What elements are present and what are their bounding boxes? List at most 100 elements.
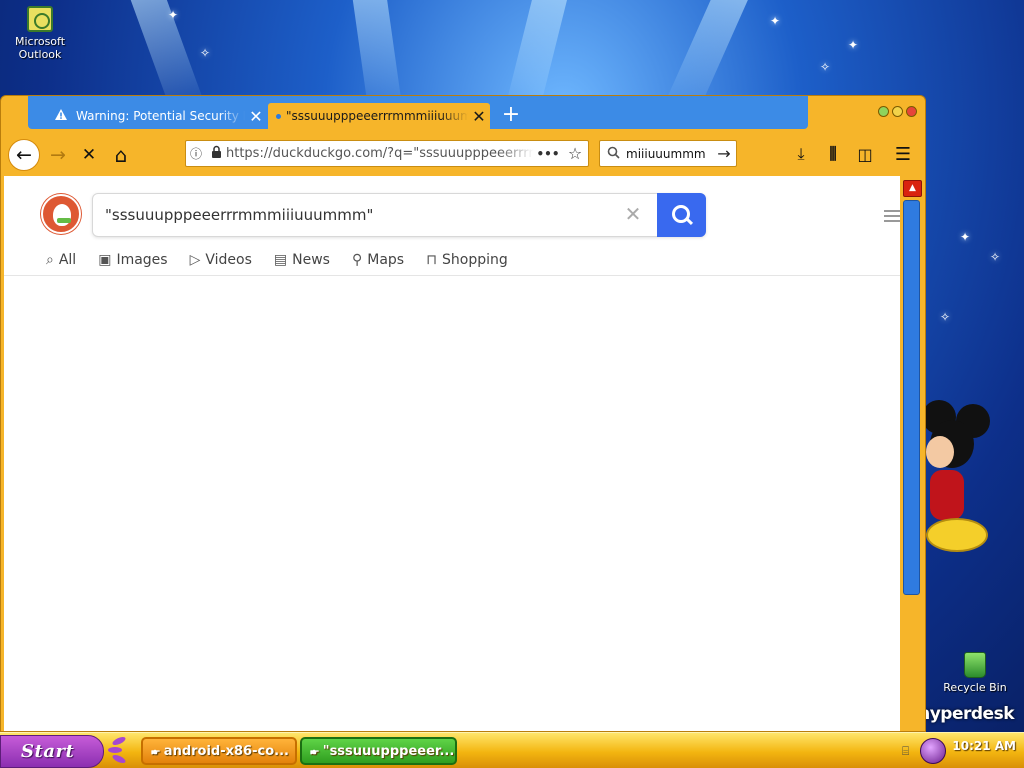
hamburger-menu-icon: ☰: [894, 143, 912, 165]
tab-label: Maps: [367, 252, 405, 268]
sparkle: ✦: [960, 230, 971, 244]
sparkle: ✧: [820, 60, 831, 74]
hyperdesk-logo: hyperdesk: [918, 704, 1014, 724]
close-tab-icon[interactable]: ✕: [468, 107, 490, 126]
page-content: "sssuuupppeeerrrmmmiiiuuummm" ✕ ⌕ All ▣ Im…: [4, 176, 900, 731]
sidebar-icon: ◫: [857, 144, 873, 164]
library-icon: ⫼: [829, 144, 837, 163]
forward-arrow-icon: →: [50, 144, 66, 166]
close-window-button[interactable]: [906, 106, 917, 117]
back-arrow-icon: ←: [16, 144, 32, 166]
start-decoration-icon: [108, 735, 128, 765]
forward-button[interactable]: →: [43, 140, 73, 170]
clear-search-icon[interactable]: ✕: [621, 202, 645, 228]
stop-icon: ✕: [81, 145, 97, 165]
tab-duckduckgo-search[interactable]: "sssuuupppeeerrrmmmiiiuuummm" ✕: [268, 103, 490, 129]
tab-label: Shopping: [442, 252, 508, 268]
browser-app-icon: 🖝: [151, 743, 160, 758]
back-button[interactable]: ←: [8, 139, 40, 171]
window-controls: [878, 106, 917, 117]
sparkle: ✦: [848, 38, 859, 52]
close-tab-icon[interactable]: ✕: [245, 107, 267, 126]
newspaper-icon: ▤: [273, 252, 288, 268]
tab-maps[interactable]: ⚲ Maps: [352, 252, 404, 268]
clock[interactable]: 10:21 AM: [952, 739, 1016, 753]
tab-strip: Warning: Potential Security Risk Ahead ✕…: [28, 96, 808, 129]
minimize-button[interactable]: [878, 106, 889, 117]
tab-images[interactable]: ▣ Images: [98, 252, 167, 268]
tab-security-warning[interactable]: Warning: Potential Security Risk Ahead ✕: [50, 103, 267, 129]
sidebar-button[interactable]: ◫: [853, 142, 877, 166]
network-icon[interactable]: ⌸: [902, 744, 916, 759]
library-button[interactable]: ⫼: [821, 142, 845, 166]
loading-dot-icon: [276, 113, 281, 119]
navigation-toolbar: ← → ✕ ⌂ ⓘ https://duckduckgo.com/?q="sss…: [1, 132, 925, 176]
sparkle: ✧: [990, 250, 1001, 264]
scroll-thumb[interactable]: [903, 200, 920, 595]
duckduckgo-search-form: "sssuuupppeeerrrmmmiiiuuummm" ✕: [92, 193, 706, 237]
tab-label: News: [292, 252, 330, 268]
tab-label: All: [58, 252, 77, 268]
task-label: android-x86-co...: [163, 743, 289, 759]
bookmark-star-icon[interactable]: ☆: [562, 144, 588, 163]
info-icon[interactable]: ⓘ: [186, 145, 206, 162]
play-icon: ▷: [189, 252, 201, 268]
home-button[interactable]: ⌂: [106, 140, 136, 170]
sparkle: ✦: [770, 14, 781, 28]
search-icon: [600, 146, 626, 162]
url-text: https://duckduckgo.com/?q="sssuuupppeeer…: [226, 146, 534, 161]
browser-app-icon: 🖝: [310, 743, 319, 758]
tab-title: "sssuuupppeeerrrmmmiiiuuummm": [286, 109, 468, 123]
recycle-bin-label: Recycle Bin: [943, 681, 1007, 694]
tab-all[interactable]: ⌕ All: [46, 252, 76, 268]
search-verticals-nav: ⌕ All ▣ Images ▷ Videos ▤ News ⚲ Maps ⊓ Shoppi…: [46, 252, 530, 268]
scroll-up-arrow-icon[interactable]: ▲: [903, 180, 922, 197]
tab-shopping[interactable]: ⊓ Shopping: [426, 252, 508, 268]
divider: [4, 275, 900, 276]
menu-button[interactable]: ☰: [891, 142, 915, 166]
recycle-bin-icon: [964, 652, 986, 678]
sparkle: ✦: [168, 8, 179, 22]
lock-icon[interactable]: [206, 145, 226, 162]
tab-label: Videos: [205, 252, 252, 268]
search-box-value: miiiuuummm: [626, 146, 706, 161]
browser-window: Warning: Potential Security Risk Ahead ✕…: [0, 95, 926, 732]
tray-app-icon[interactable]: [920, 738, 946, 764]
task-label: "sssuuupppeeer...: [322, 743, 455, 759]
downloads-button[interactable]: ⤓: [789, 142, 813, 166]
home-icon: ⌂: [114, 143, 128, 167]
duckduckgo-logo[interactable]: [41, 194, 81, 234]
address-bar[interactable]: ⓘ https://duckduckgo.com/?q="sssuuupppee…: [185, 140, 589, 167]
new-tab-button[interactable]: +: [498, 102, 524, 128]
outlook-icon: [27, 6, 53, 32]
tab-videos[interactable]: ▷ Videos: [190, 252, 252, 268]
recycle-bin-desktop-icon[interactable]: Recycle Bin: [937, 652, 1013, 694]
search-submit-button[interactable]: [657, 193, 706, 237]
page-actions-icon[interactable]: •••: [534, 147, 562, 161]
tab-news[interactable]: ▤ News: [274, 252, 330, 268]
download-icon: ⤓: [797, 144, 805, 163]
go-arrow-icon[interactable]: →: [712, 144, 736, 163]
taskbar-item-browser[interactable]: 🖝 "sssuuupppeeer...: [300, 737, 457, 765]
taskbar: Start 🖝 android-x86-co... 🖝 "sssuuupppee…: [0, 732, 1024, 768]
outlook-desktop-icon[interactable]: Microsoft Outlook: [2, 6, 78, 61]
mickey-wallpaper-figure: [922, 400, 996, 560]
start-button[interactable]: Start: [0, 735, 104, 768]
vertical-scrollbar[interactable]: ▲: [900, 176, 925, 731]
search-icon: ⌕: [46, 252, 54, 268]
image-icon: ▣: [98, 252, 112, 268]
shopping-bag-icon: ⊓: [426, 252, 438, 268]
map-pin-icon: ⚲: [351, 252, 363, 268]
outlook-label-1: Microsoft: [14, 35, 66, 48]
tab-label: Images: [116, 252, 168, 268]
browser-search-box[interactable]: miiiuuummm →: [599, 140, 737, 167]
warning-icon: [54, 108, 68, 124]
search-query-input[interactable]: "sssuuupppeeerrrmmmiiiuuummm": [105, 206, 373, 224]
tab-title: Warning: Potential Security Risk Ahead: [76, 109, 245, 123]
sparkle: ✧: [200, 46, 211, 60]
stop-loading-button[interactable]: ✕: [74, 140, 104, 170]
taskbar-item-android-x86[interactable]: 🖝 android-x86-co...: [141, 737, 297, 765]
maximize-button[interactable]: [892, 106, 903, 117]
site-menu-icon[interactable]: [884, 210, 900, 222]
outlook-label-2: Outlook: [18, 48, 62, 61]
